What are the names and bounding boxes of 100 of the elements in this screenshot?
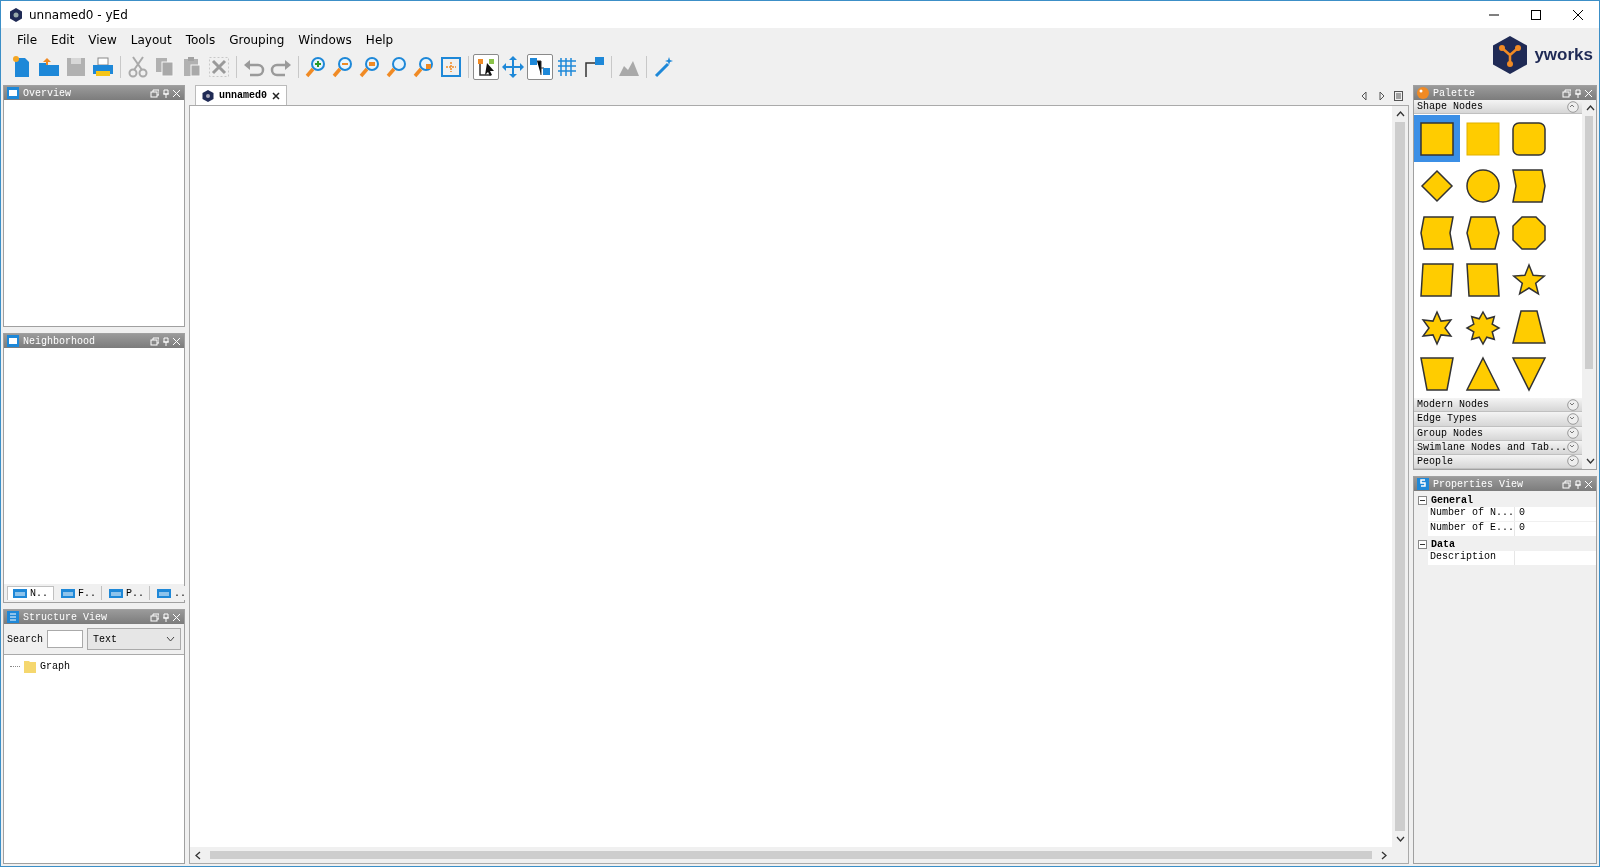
next-tab-icon xyxy=(1377,91,1386,101)
float-button[interactable] xyxy=(150,612,159,622)
float-button[interactable] xyxy=(150,336,159,346)
previous-tab-icon xyxy=(1360,91,1369,101)
panel-close-button[interactable] xyxy=(172,88,181,98)
grid-icon xyxy=(555,55,579,79)
zoom-out-icon xyxy=(331,55,355,79)
panel-close-button[interactable] xyxy=(172,336,181,346)
panel-title: Neighborhood xyxy=(23,335,95,347)
pin-button[interactable] xyxy=(161,612,170,622)
expand-icon xyxy=(1567,441,1579,454)
section-title: Modern Nodes xyxy=(1417,399,1489,411)
zoom-in-icon xyxy=(304,55,328,79)
menu-item[interactable]: Help xyxy=(359,31,400,49)
next-tab-button[interactable] xyxy=(1377,91,1386,101)
magnifier-icon xyxy=(358,55,382,79)
pin-icon xyxy=(161,88,170,98)
app-logo-icon xyxy=(9,7,23,22)
palette-section-header[interactable]: Edge Types xyxy=(1414,412,1582,427)
close-icon xyxy=(1572,9,1584,20)
property-value[interactable]: 0 xyxy=(1515,522,1596,536)
grid-window-icon xyxy=(109,588,124,598)
group-title: General xyxy=(1431,494,1473,506)
pin-icon xyxy=(1573,88,1582,98)
folder-icon xyxy=(24,659,36,673)
scrollbar-thumb[interactable] xyxy=(210,851,1372,859)
panel-title: Palette xyxy=(1433,87,1475,99)
filter-dropdown[interactable]: Text xyxy=(87,628,181,650)
panel-close-icon xyxy=(172,612,181,622)
panel-close-icon xyxy=(1584,479,1593,489)
chevron-down-icon xyxy=(1395,836,1405,842)
chevron-down-icon xyxy=(166,636,175,642)
expand-icon xyxy=(1567,427,1579,440)
palette-item[interactable] xyxy=(1414,115,1460,163)
float-icon xyxy=(1562,479,1571,489)
scrollbar-thumb[interactable] xyxy=(1395,122,1405,831)
panel-close-button[interactable] xyxy=(1584,479,1593,489)
pin-button[interactable] xyxy=(161,336,170,346)
pin-button[interactable] xyxy=(1573,479,1582,489)
tree-item[interactable]: Graph xyxy=(40,660,70,672)
panel-tab[interactable]: N.. xyxy=(7,586,54,600)
expand-icon xyxy=(1567,412,1579,425)
pin-button[interactable] xyxy=(1573,88,1582,98)
menu-item[interactable]: Edit xyxy=(45,31,81,49)
cross-icon xyxy=(207,55,231,79)
grid-window-icon xyxy=(61,588,75,598)
section-title: Shape Nodes xyxy=(1417,101,1483,113)
hexagon-icon xyxy=(202,89,214,102)
menu-item[interactable]: File xyxy=(11,31,44,49)
float-button[interactable] xyxy=(1562,88,1571,98)
collapse-button[interactable] xyxy=(1418,495,1427,505)
pin-icon xyxy=(1573,479,1582,489)
section-title: People xyxy=(1417,455,1453,467)
section-title: Edge Types xyxy=(1417,413,1477,425)
tab-label: unnamed0 xyxy=(219,90,267,101)
panel-title: Properties View xyxy=(1433,478,1523,490)
fit-content-button[interactable] xyxy=(438,54,464,80)
float-icon xyxy=(1562,88,1571,98)
chevron-right-icon xyxy=(1381,850,1387,860)
panel-close-button[interactable] xyxy=(172,612,181,622)
chevron-up-icon xyxy=(1585,105,1595,111)
group-title: Data xyxy=(1431,538,1455,550)
folder-icon xyxy=(37,55,61,79)
scrollbar-thumb[interactable] xyxy=(1585,116,1593,369)
grid-window-icon xyxy=(157,588,172,598)
menu-item[interactable]: View xyxy=(82,31,123,49)
edit-mode-button[interactable] xyxy=(473,54,499,80)
collapse-icon xyxy=(1567,100,1579,113)
palette-section-header[interactable]: Shape Nodes xyxy=(1414,100,1582,115)
document-tab[interactable]: unnamed0 xyxy=(195,85,287,105)
collapse-button[interactable] xyxy=(1418,539,1427,549)
float-button[interactable] xyxy=(150,88,159,98)
panel-close-button[interactable] xyxy=(1584,88,1593,98)
section-title: Group Nodes xyxy=(1417,427,1483,439)
frame-icon xyxy=(439,55,463,79)
hierarchy-button[interactable] xyxy=(527,54,553,80)
tab-close-button[interactable] xyxy=(272,91,280,100)
palette-section-header[interactable]: Modern Nodes xyxy=(1414,398,1582,413)
panel-close-icon xyxy=(172,336,181,346)
previous-tab-button[interactable] xyxy=(1360,91,1369,101)
menu-item[interactable]: Tools xyxy=(179,31,222,49)
float-button[interactable] xyxy=(1562,479,1571,489)
menu-item[interactable]: Windows xyxy=(292,31,358,49)
search-field[interactable] xyxy=(47,630,83,648)
pin-button[interactable] xyxy=(161,88,170,98)
chevron-left-icon xyxy=(195,850,201,860)
menu-item[interactable]: Layout xyxy=(124,31,178,49)
float-icon xyxy=(150,88,159,98)
bent-line-icon xyxy=(582,55,606,79)
pin-icon xyxy=(161,612,170,622)
magnifier-icon xyxy=(412,55,436,79)
menu-item[interactable]: Grouping xyxy=(223,31,291,49)
tab-list-button[interactable] xyxy=(1394,91,1403,101)
property-value[interactable]: 0 xyxy=(1515,507,1596,521)
maximize-icon xyxy=(1530,9,1542,20)
property-name: Number of E... xyxy=(1428,522,1515,536)
logo-text: yworks xyxy=(1534,45,1593,65)
property-name: Description xyxy=(1428,551,1515,565)
magnifier-icon xyxy=(385,55,409,79)
grid-window-icon xyxy=(13,589,27,598)
